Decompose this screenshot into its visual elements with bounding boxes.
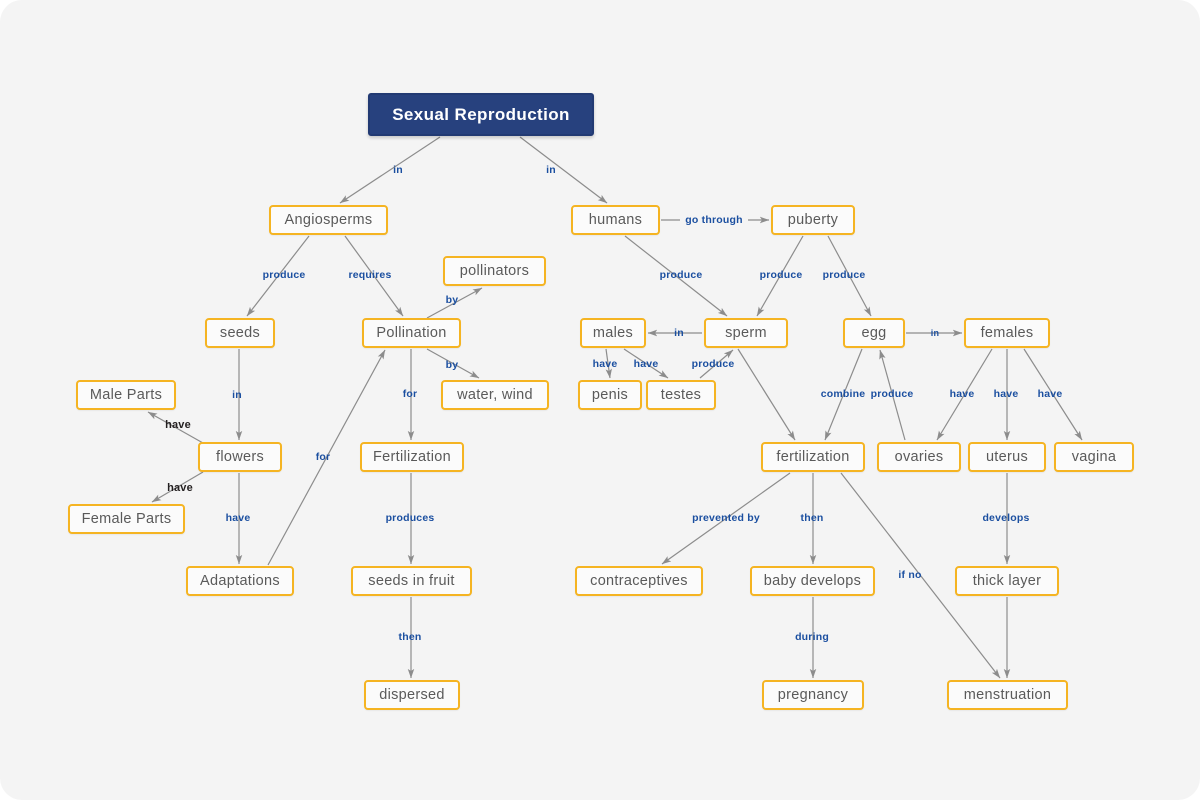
concept-node-label: dispersed [379,687,445,703]
concept-node-waterwind[interactable]: water, wind [441,380,549,410]
concept-node-label: water, wind [457,387,533,403]
concept-node-label: menstruation [963,687,1052,703]
concept-node-label: testes [660,387,702,403]
concept-node-label: Sexual Reproduction [392,104,570,124]
concept-node-contraceptives[interactable]: contraceptives [575,566,703,596]
edge-label-fertilizationP-to-seedsinfruit: produces [385,512,435,524]
concept-node-pollinators[interactable]: pollinators [443,256,546,286]
concept-node-pollination[interactable]: Pollination [362,318,461,348]
edge-label-puberty-to-egg: produce [822,269,866,281]
concept-node-seedsinfruit[interactable]: seeds in fruit [351,566,472,596]
concept-node-label: uterus [985,449,1029,465]
edge-sperm-to-fertilizationH [737,348,796,441]
edge-label-fertilizationH-to-contraceptives: prevented by [692,512,760,524]
concept-node-maleparts[interactable]: Male Parts [76,380,176,410]
concept-node-label: seeds in fruit [368,573,455,589]
concept-node-thicklayer[interactable]: thick layer [955,566,1059,596]
concept-node-label: pregnancy [777,687,849,703]
edge-label-humans-to-sperm: produce [659,269,703,281]
concept-node-label: Male Parts [89,387,163,403]
concept-node-fertilizationH[interactable]: fertilization [761,442,865,472]
concept-node-testes[interactable]: testes [646,380,716,410]
concept-node-label: egg [861,325,887,341]
concept-node-angiosperms[interactable]: Angiosperms [269,205,388,235]
concept-node-humans[interactable]: humans [571,205,660,235]
edge-label-females-to-ovaries: have [949,388,975,400]
concept-node-label: males [592,325,634,341]
edge-label-egg-to-females: in [930,328,940,338]
edge-label-males-to-penis: have [592,358,618,370]
concept-node-vagina[interactable]: vagina [1054,442,1134,472]
concept-node-ovaries[interactable]: ovaries [877,442,961,472]
edge-label-pollination-to-waterwind: by [445,359,459,371]
concept-node-label: Adaptations [200,573,280,589]
concept-node-label: seeds [219,325,261,341]
concept-node-adaptations[interactable]: Adaptations [186,566,294,596]
concept-node-label: vagina [1071,449,1117,465]
edge-label-pollination-to-pollinators: by [445,294,459,306]
edge-label-egg-to-fertilizationH: combine [820,388,866,400]
concept-node-label: Female Parts [81,511,172,527]
edge-label-root-to-humans: in [546,164,556,176]
concept-node-sperm[interactable]: sperm [704,318,788,348]
edge-label-females-to-uterus: have [993,388,1019,400]
concept-node-pregnancy[interactable]: pregnancy [762,680,864,710]
edge-label-angiosperms-to-seeds: produce [262,269,306,281]
concept-node-label: baby develops [763,573,862,589]
concept-node-fertilizationP[interactable]: Fertilization [360,442,464,472]
concept-node-seeds[interactable]: seeds [205,318,275,348]
concept-node-males[interactable]: males [580,318,646,348]
edge-label-fertilizationH-to-babydevelops: then [800,512,824,524]
concept-node-label: contraceptives [590,573,688,589]
edge-label-adaptations-to-pollination: for [315,451,331,463]
edge-label-flowers-to-adaptations: have [225,512,251,524]
concept-node-label: Pollination [376,325,447,341]
concept-node-label: penis [591,387,629,403]
concept-node-label: Angiosperms [284,212,373,228]
concept-map-canvas: Sexual Reproduction Angiosperms humans pube… [0,0,1200,800]
concept-node-dispersed[interactable]: dispersed [364,680,460,710]
edge-label-ovaries-to-egg: produce [870,388,914,400]
concept-node-flowers[interactable]: flowers [198,442,282,472]
concept-node-label: flowers [215,449,265,465]
concept-node-menstruation[interactable]: menstruation [947,680,1068,710]
edge-label-sperm-to-males: in [674,327,684,339]
edge-label-testes-to-sperm: produce [691,358,735,370]
concept-node-females[interactable]: females [964,318,1050,348]
edge-label-females-to-vagina: have [1037,388,1063,400]
edge-label-babydevelops-to-pregnancy: during [795,631,829,643]
edge-label-flowers-to-femaleparts: have [167,482,193,494]
concept-node-uterus[interactable]: uterus [968,442,1046,472]
concept-node-femaleparts[interactable]: Female Parts [68,504,185,534]
concept-node-label: humans [588,212,643,228]
concept-node-label: puberty [787,212,839,228]
edge-label-angiosperms-to-pollination: requires [348,269,392,281]
edge-root-to-angiosperms [339,136,441,204]
concept-node-babydevelops[interactable]: baby develops [750,566,875,596]
concept-node-label: females [980,325,1034,341]
edge-label-root-to-angiosperms: in [393,164,403,176]
edge-root-to-humans [519,136,608,204]
edge-label-uterus-to-thicklayer: develops [982,512,1030,524]
concept-node-root[interactable]: Sexual Reproduction [368,93,594,136]
concept-node-label: pollinators [459,263,530,279]
edge-label-humans-to-puberty: go through [682,214,746,226]
edge-label-males-to-testes: have [633,358,659,370]
concept-node-label: Fertilization [372,449,452,465]
concept-node-label: ovaries [894,449,944,465]
concept-node-egg[interactable]: egg [843,318,905,348]
edge-label-pollination-to-fertilizationP: for [402,388,418,400]
edge-label-seeds-to-flowers: in [232,389,242,401]
edge-label-puberty-to-sperm: produce [759,269,803,281]
edge-label-seedsinfruit-to-dispersed: then [398,631,422,643]
concept-node-label: fertilization [776,449,850,465]
concept-node-puberty[interactable]: puberty [771,205,855,235]
concept-node-label: sperm [725,325,767,341]
concept-node-label: thick layer [972,573,1042,589]
concept-node-penis[interactable]: penis [578,380,642,410]
edge-label-fertilizationH-to-menstruation: if no [898,569,922,581]
edge-label-flowers-to-maleparts: have [165,419,191,431]
